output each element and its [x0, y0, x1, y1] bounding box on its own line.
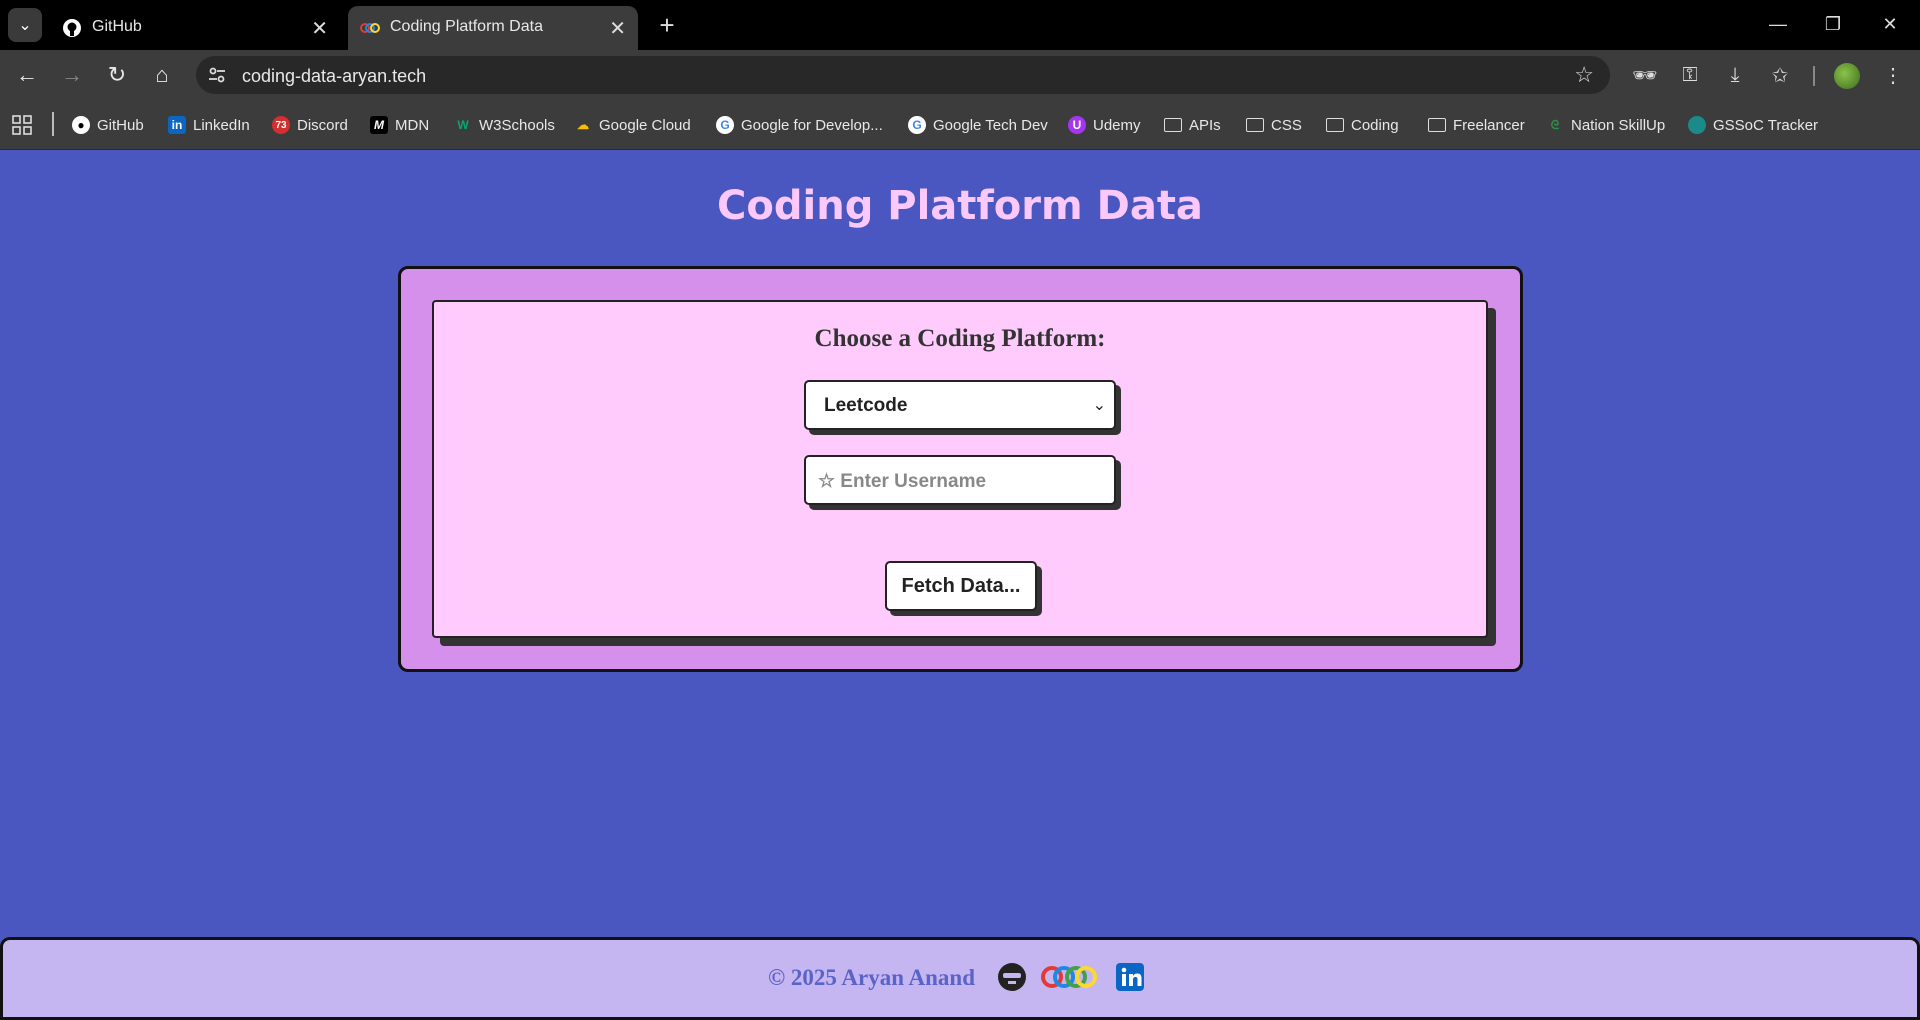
key-icon[interactable]: ⚿	[1675, 60, 1705, 90]
bookmark-nation-skillup[interactable]: ᘓ Nation SkillUp	[1546, 113, 1665, 137]
page-title: Coding Platform Data	[717, 183, 1203, 229]
bookmark-google-for-developers[interactable]: G Google for Develop...	[716, 113, 883, 137]
new-tab-button[interactable]: +	[652, 10, 682, 40]
bookmark-label: Udemy	[1093, 116, 1141, 134]
mdn-icon: M	[370, 116, 388, 134]
site-logo-icon[interactable]	[1040, 961, 1098, 993]
discord-icon: 73	[272, 116, 290, 134]
platform-select-value: Leetcode	[824, 395, 908, 416]
site-logo-icon	[360, 23, 380, 33]
toolbar-divider	[1813, 66, 1815, 86]
globe-icon	[1688, 116, 1706, 134]
bookmark-label: W3Schools	[479, 116, 555, 134]
site-settings-icon[interactable]	[206, 64, 228, 86]
github-icon	[63, 19, 81, 37]
chevron-down-icon: ⌄	[18, 17, 32, 34]
arrow-right-icon: →	[61, 62, 83, 87]
bookmark-folder-apis[interactable]: APIs	[1164, 113, 1221, 137]
fetch-data-button[interactable]: Fetch Data...	[885, 561, 1037, 611]
chevron-down-icon: ⌄	[1092, 397, 1106, 414]
plus-icon: +	[659, 9, 675, 40]
bookmark-label: Google for Develop...	[741, 116, 883, 134]
reload-icon: ↻	[107, 62, 127, 87]
linkedin-icon: in	[168, 116, 186, 134]
udemy-icon: U	[1068, 116, 1086, 134]
close-icon[interactable]: ✕	[311, 16, 328, 41]
bookmark-label: CSS	[1271, 116, 1302, 134]
tab-coding-platform-data[interactable]: Coding Platform Data ✕	[348, 6, 638, 50]
bookmark-label: MDN	[395, 116, 430, 134]
close-icon[interactable]: ✕	[609, 16, 626, 41]
close-window-button[interactable]: ✕	[1872, 8, 1908, 40]
tab-github[interactable]: GitHub ✕	[50, 6, 340, 50]
bookmark-folder-css[interactable]: CSS	[1246, 113, 1302, 137]
bookmark-star-icon[interactable]: ☆	[1574, 62, 1594, 88]
linkedin-icon[interactable]	[1114, 961, 1146, 993]
w3schools-icon: W	[457, 118, 469, 132]
bookmark-label: Nation SkillUp	[1571, 116, 1666, 134]
bookmark-folder-freelancer[interactable]: Freelancer	[1428, 113, 1525, 137]
bookmark-discord[interactable]: 73 Discord	[272, 113, 348, 137]
footer-copyright: © 2025 Aryan Anand	[768, 965, 975, 990]
tab-strip: ⌄ GitHub ✕ Coding Platform Data ✕ + — ❐ …	[0, 0, 1920, 50]
bookmark-label: Freelancer	[1453, 116, 1525, 134]
profile-avatar[interactable]	[1834, 63, 1860, 89]
menu-icon[interactable]: ⋮	[1878, 60, 1908, 90]
bookmark-google-tech-dev[interactable]: G Google Tech Dev	[908, 113, 1048, 137]
username-input[interactable]: ☆ Enter Username	[804, 455, 1116, 505]
home-button[interactable]: ⌂	[145, 58, 179, 92]
platform-label: Choose a Coding Platform:	[814, 325, 1106, 352]
folder-icon	[1164, 118, 1182, 132]
incognito-icon[interactable]: 🕶	[1630, 60, 1660, 90]
forward-button[interactable]: →	[55, 58, 89, 92]
url-text: coding-data-aryan.tech	[242, 66, 427, 86]
bookmark-udemy[interactable]: U Udemy	[1068, 113, 1141, 137]
github-icon: ●	[72, 116, 90, 134]
tab-title: GitHub	[92, 18, 142, 35]
tab-search-button[interactable]: ⌄	[8, 8, 42, 42]
username-placeholder: ☆ Enter Username	[818, 471, 987, 492]
bookmark-gssoc-tracker[interactable]: GSSoC Tracker	[1688, 113, 1818, 137]
folder-icon	[1326, 118, 1344, 132]
bookmark-mdn[interactable]: M MDN	[370, 113, 429, 137]
back-button[interactable]: ←	[10, 58, 44, 92]
google-icon: G	[908, 116, 926, 134]
bookmark-label: APIs	[1189, 116, 1221, 134]
gfg-icon: ᘓ	[1550, 117, 1560, 132]
address-bar[interactable]: coding-data-aryan.tech ☆	[196, 56, 1610, 94]
minimize-button[interactable]: —	[1760, 8, 1796, 40]
bookmark-label: GitHub	[97, 116, 144, 134]
bookmarks-bar: ● GitHub in LinkedIn 73 Discord M MDN W …	[0, 100, 1920, 150]
google-cloud-icon: ☁	[577, 118, 589, 132]
bookmark-label: Google Tech Dev	[933, 116, 1048, 134]
folder-icon	[1246, 118, 1264, 132]
tab-title: Coding Platform Data	[390, 18, 543, 35]
bookmark-label: Coding	[1351, 116, 1399, 134]
restore-button[interactable]: ❐	[1815, 8, 1851, 40]
bookmark-label: LinkedIn	[193, 116, 250, 134]
browser-toolbar: ← → ↻ ⌂ coding-data-aryan.tech ☆ 🕶 ⚿ ⤓ ✩…	[0, 50, 1920, 100]
platform-select[interactable]: Leetcode ⌄	[804, 380, 1116, 430]
bookmark-label: Google Cloud	[599, 116, 691, 134]
bookmark-label: Discord	[297, 116, 348, 134]
github-icon[interactable]	[996, 961, 1028, 993]
apps-icon[interactable]	[12, 113, 32, 137]
reload-button[interactable]: ↻	[100, 58, 134, 92]
bookmark-google-cloud[interactable]: ☁ Google Cloud	[574, 113, 691, 137]
arrow-left-icon: ←	[16, 62, 38, 87]
bookmark-folder-coding[interactable]: Coding	[1326, 113, 1399, 137]
home-icon: ⌂	[155, 62, 169, 87]
bookmark-label: GSSoC Tracker	[1713, 116, 1819, 134]
bookmark-linkedin[interactable]: in LinkedIn	[168, 113, 250, 137]
bookmark-w3schools[interactable]: W W3Schools	[454, 113, 555, 137]
download-icon[interactable]: ⤓	[1720, 60, 1750, 90]
bookmarks-divider	[52, 112, 54, 136]
bookmark-github[interactable]: ● GitHub	[72, 113, 144, 137]
favorites-icon[interactable]: ✩	[1765, 60, 1795, 90]
google-icon: G	[716, 116, 734, 134]
folder-icon	[1428, 118, 1446, 132]
